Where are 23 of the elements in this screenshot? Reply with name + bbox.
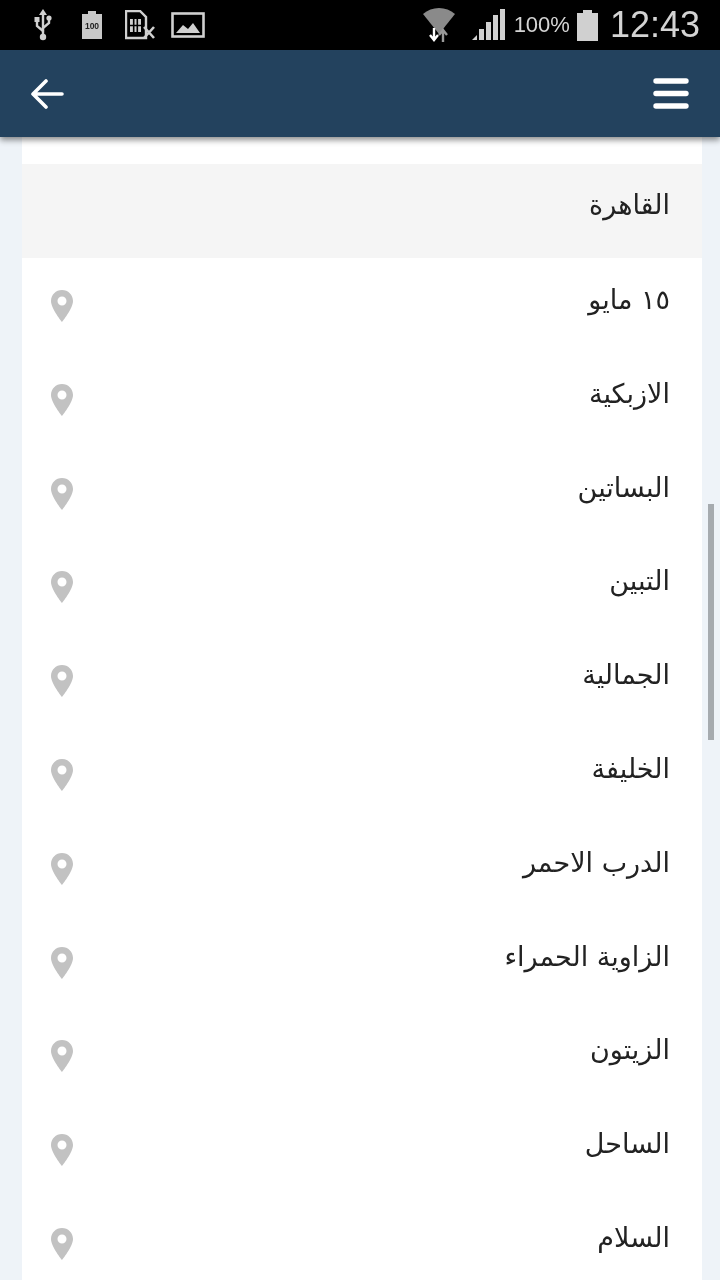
battery-icon bbox=[576, 9, 598, 41]
section-header: القاهرة bbox=[22, 164, 702, 258]
back-arrow-icon[interactable] bbox=[30, 78, 64, 109]
signal-icon bbox=[470, 9, 505, 41]
location-pin-icon bbox=[51, 571, 73, 604]
image-icon bbox=[171, 12, 205, 38]
location-pin-icon bbox=[51, 477, 73, 510]
battery-percent: 100% bbox=[513, 12, 570, 38]
clock-time: 12:43 bbox=[609, 5, 700, 45]
location-pin-icon bbox=[51, 759, 73, 791]
location-pin-icon bbox=[51, 1227, 73, 1260]
location-pin-icon bbox=[51, 852, 73, 885]
sim-card-x-icon bbox=[125, 10, 156, 40]
location-pin-icon bbox=[51, 665, 73, 698]
usb-icon bbox=[33, 9, 53, 41]
location-pin-icon bbox=[51, 290, 73, 322]
location-pin-icon bbox=[51, 1134, 73, 1167]
location-pin-icon bbox=[51, 383, 73, 416]
wifi-icon bbox=[420, 6, 457, 44]
location-pin-icon bbox=[51, 1040, 73, 1073]
menu-icon[interactable] bbox=[653, 78, 689, 109]
location-pin-icon bbox=[51, 946, 73, 979]
battery-level-badge: 100 bbox=[82, 11, 102, 39]
